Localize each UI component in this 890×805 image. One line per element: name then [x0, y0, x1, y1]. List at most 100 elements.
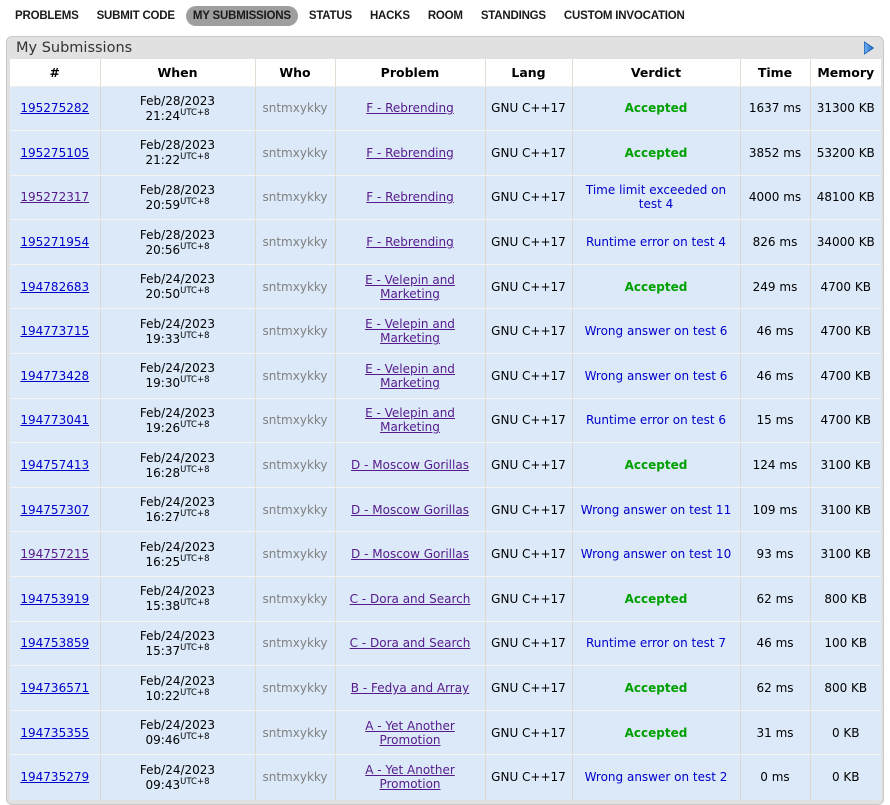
- submission-id-cell: 195272317: [10, 175, 100, 220]
- problem-link[interactable]: F - Rebrending: [366, 101, 454, 115]
- submission-time: 20:59UTC+8: [105, 197, 251, 212]
- submission-time-value: 20:50: [146, 287, 181, 301]
- submission-date: Feb/28/2023: [105, 138, 251, 152]
- submission-when-cell: Feb/24/202315:38UTC+8: [100, 577, 255, 622]
- nav-item-my-submissions[interactable]: My Submissions: [186, 6, 298, 26]
- play-triangle-icon[interactable]: [863, 41, 875, 55]
- user-handle-link[interactable]: sntmxykky: [262, 726, 327, 740]
- user-handle-link[interactable]: sntmxykky: [262, 547, 327, 561]
- submission-when-cell: Feb/24/202315:37UTC+8: [100, 621, 255, 666]
- submission-time: 19:30UTC+8: [105, 375, 251, 390]
- submission-lang-cell: GNU C++17: [485, 175, 572, 220]
- problem-link[interactable]: A - Yet Another Promotion: [365, 719, 455, 747]
- submission-problem-cell: D - Moscow Gorillas: [335, 487, 485, 532]
- submission-link[interactable]: 194753919: [20, 592, 89, 606]
- nav-item-room[interactable]: Room: [421, 6, 470, 26]
- memory-label: 100 KB: [824, 636, 867, 650]
- problem-link[interactable]: A - Yet Another Promotion: [365, 763, 455, 791]
- problem-link[interactable]: E - Velepin and Marketing: [365, 273, 455, 301]
- submission-link[interactable]: 194736571: [20, 681, 89, 695]
- submission-link[interactable]: 194773715: [20, 324, 89, 338]
- nav-item-status[interactable]: Status: [302, 6, 359, 26]
- user-handle-link[interactable]: sntmxykky: [262, 146, 327, 160]
- user-handle-link[interactable]: sntmxykky: [262, 101, 327, 115]
- submission-date: Feb/24/2023: [105, 674, 251, 688]
- problem-link[interactable]: C - Dora and Search: [350, 636, 471, 650]
- user-handle-link[interactable]: sntmxykky: [262, 592, 327, 606]
- exec-time-label: 46 ms: [756, 636, 793, 650]
- submission-link[interactable]: 195272317: [20, 190, 89, 204]
- user-handle-link[interactable]: sntmxykky: [262, 369, 327, 383]
- problem-link[interactable]: F - Rebrending: [366, 146, 454, 160]
- user-handle-link[interactable]: sntmxykky: [262, 770, 327, 784]
- submission-date: Feb/24/2023: [105, 451, 251, 465]
- submission-link[interactable]: 194773428: [20, 369, 89, 383]
- submission-time-used-cell: 249 ms: [740, 264, 810, 309]
- timezone-label: UTC+8: [180, 509, 209, 519]
- submission-who-cell: sntmxykky: [255, 577, 335, 622]
- nav-item-hacks[interactable]: Hacks: [363, 6, 417, 26]
- problem-link[interactable]: F - Rebrending: [366, 190, 454, 204]
- nav-item-custom-invocation[interactable]: Custom Invocation: [557, 6, 692, 26]
- submission-link[interactable]: 194753859: [20, 636, 89, 650]
- problem-link[interactable]: E - Velepin and Marketing: [365, 317, 455, 345]
- user-handle-link[interactable]: sntmxykky: [262, 681, 327, 695]
- user-handle-link[interactable]: sntmxykky: [262, 190, 327, 204]
- submission-time-used-cell: 46 ms: [740, 354, 810, 399]
- submission-link[interactable]: 194735355: [20, 726, 89, 740]
- user-handle-link[interactable]: sntmxykky: [262, 636, 327, 650]
- submission-time: 09:46UTC+8: [105, 732, 251, 747]
- submission-problem-cell: A - Yet Another Promotion: [335, 755, 485, 800]
- problem-link[interactable]: F - Rebrending: [366, 235, 454, 249]
- user-handle-link[interactable]: sntmxykky: [262, 280, 327, 294]
- submission-time-used-cell: 31 ms: [740, 710, 810, 755]
- submission-verdict-cell: Runtime error on test 7: [572, 621, 740, 666]
- column-header-who: Who: [255, 59, 335, 86]
- user-handle-link[interactable]: sntmxykky: [262, 235, 327, 249]
- user-handle-link[interactable]: sntmxykky: [262, 324, 327, 338]
- submission-time: 20:56UTC+8: [105, 242, 251, 257]
- submission-time-used-cell: 826 ms: [740, 220, 810, 265]
- submission-link[interactable]: 195275282: [20, 101, 89, 115]
- submission-time: 09:43UTC+8: [105, 777, 251, 792]
- submission-who-cell: sntmxykky: [255, 487, 335, 532]
- submission-link[interactable]: 195275105: [20, 146, 89, 160]
- submission-id-cell: 194753859: [10, 621, 100, 666]
- submission-time-used-cell: 4000 ms: [740, 175, 810, 220]
- verdict-label: Wrong answer on test 6: [585, 369, 728, 383]
- user-handle-link[interactable]: sntmxykky: [262, 503, 327, 517]
- submission-time: 16:27UTC+8: [105, 509, 251, 524]
- user-handle-link[interactable]: sntmxykky: [262, 458, 327, 472]
- caption-bar: My Submissions: [7, 37, 883, 59]
- timezone-label: UTC+8: [180, 331, 209, 341]
- submission-link[interactable]: 195271954: [20, 235, 89, 249]
- submission-memory-cell: 4700 KB: [810, 354, 881, 399]
- submission-link[interactable]: 194735279: [20, 770, 89, 784]
- submission-link[interactable]: 194757413: [20, 458, 89, 472]
- submission-time-value: 21:22: [146, 153, 181, 167]
- problem-link[interactable]: D - Moscow Gorillas: [351, 503, 469, 517]
- nav-item-standings[interactable]: Standings: [474, 6, 553, 26]
- submission-link[interactable]: 194782683: [20, 280, 89, 294]
- submission-link[interactable]: 194773041: [20, 413, 89, 427]
- user-handle-link[interactable]: sntmxykky: [262, 413, 327, 427]
- nav-item-problems[interactable]: Problems: [8, 6, 86, 26]
- submission-row: 194735279Feb/24/202309:43UTC+8sntmxykkyA…: [10, 755, 881, 800]
- problem-link[interactable]: D - Moscow Gorillas: [351, 458, 469, 472]
- submission-link[interactable]: 194757215: [20, 547, 89, 561]
- submission-time: 21:24UTC+8: [105, 108, 251, 123]
- problem-link[interactable]: E - Velepin and Marketing: [365, 406, 455, 434]
- submission-row: 194773715Feb/24/202319:33UTC+8sntmxykkyE…: [10, 309, 881, 354]
- nav-item-submit-code[interactable]: Submit Code: [90, 6, 182, 26]
- memory-label: 48100 KB: [817, 190, 875, 204]
- memory-label: 3100 KB: [821, 547, 871, 561]
- problem-link[interactable]: E - Velepin and Marketing: [365, 362, 455, 390]
- problem-link[interactable]: D - Moscow Gorillas: [351, 547, 469, 561]
- submission-verdict-cell: Accepted: [572, 131, 740, 176]
- verdict-label: Accepted: [625, 681, 688, 695]
- submission-id-cell: 194773715: [10, 309, 100, 354]
- submission-link[interactable]: 194757307: [20, 503, 89, 517]
- exec-time-label: 249 ms: [753, 280, 798, 294]
- problem-link[interactable]: C - Dora and Search: [350, 592, 471, 606]
- problem-link[interactable]: B - Fedya and Array: [351, 681, 469, 695]
